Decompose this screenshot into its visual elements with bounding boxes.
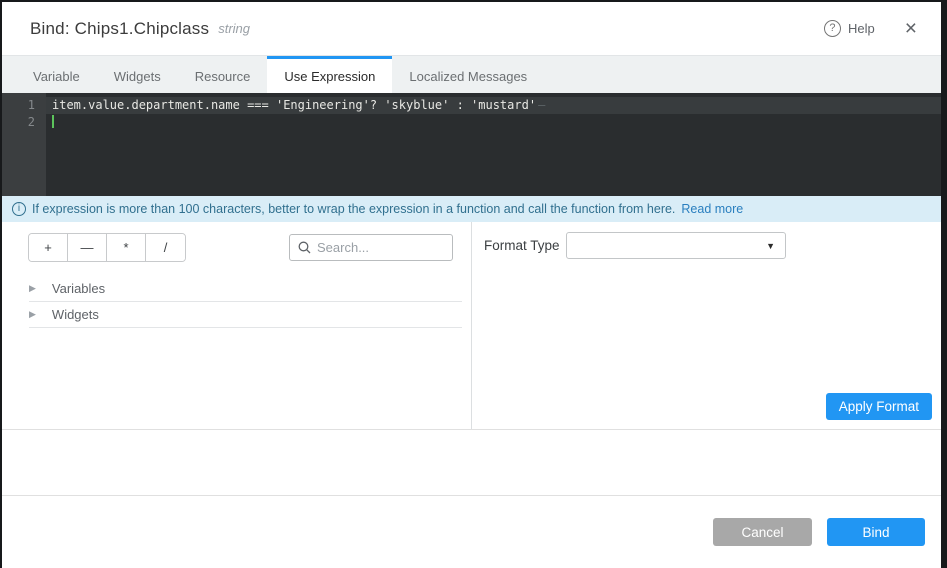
info-text: If expression is more than 100 character… bbox=[32, 202, 675, 216]
cancel-button[interactable]: Cancel bbox=[713, 518, 812, 546]
expression-sources-panel: + — * / ▶ Variables bbox=[2, 222, 472, 429]
bind-button[interactable]: Bind bbox=[827, 518, 925, 546]
content-panels: + — * / ▶ Variables bbox=[2, 222, 941, 430]
multiply-operator-button[interactable]: * bbox=[107, 234, 146, 261]
chevron-down-icon: ▼ bbox=[766, 241, 775, 251]
tree-item-label: Widgets bbox=[52, 307, 99, 322]
expression-text: item.value.department.name === 'Engineer… bbox=[52, 98, 536, 112]
search-icon bbox=[298, 241, 311, 254]
search-box[interactable] bbox=[289, 234, 453, 261]
plus-operator-button[interactable]: + bbox=[29, 234, 68, 261]
editor-code-area[interactable]: item.value.department.name === 'Engineer… bbox=[46, 93, 941, 196]
dialog-title: Bind: Chips1.Chipclass bbox=[30, 19, 209, 39]
line-number: 2 bbox=[2, 114, 35, 131]
read-more-link[interactable]: Read more bbox=[681, 202, 743, 216]
info-icon: i bbox=[12, 202, 26, 216]
format-type-select[interactable]: ▼ bbox=[566, 232, 786, 259]
close-icon[interactable]: × bbox=[901, 18, 921, 39]
tree-item-widgets[interactable]: ▶ Widgets bbox=[29, 302, 462, 328]
help-icon: ? bbox=[824, 20, 841, 37]
tab-localized-messages[interactable]: Localized Messages bbox=[392, 56, 544, 93]
sources-tree: ▶ Variables ▶ Widgets bbox=[2, 276, 471, 328]
empty-section bbox=[2, 430, 941, 496]
operators-toolbar: + — * / bbox=[2, 222, 471, 262]
text-cursor bbox=[52, 115, 54, 128]
code-line-2[interactable] bbox=[46, 114, 941, 131]
bind-dialog: Bind: Chips1.Chipclass string ? Help × V… bbox=[0, 0, 947, 568]
property-type-label: string bbox=[218, 21, 250, 36]
tab-variable[interactable]: Variable bbox=[16, 56, 97, 93]
editor-gutter: 1 2 bbox=[2, 93, 46, 196]
dialog-header: Bind: Chips1.Chipclass string ? Help × bbox=[2, 2, 941, 55]
minus-operator-button[interactable]: — bbox=[68, 234, 107, 261]
format-type-row: Format Type ▼ bbox=[484, 232, 941, 259]
code-line-1[interactable]: item.value.department.name === 'Engineer… bbox=[46, 97, 941, 114]
tab-bar: Variable Widgets Resource Use Expression… bbox=[2, 55, 941, 93]
tab-resource[interactable]: Resource bbox=[178, 56, 268, 93]
chevron-right-icon: ▶ bbox=[29, 309, 36, 320]
help-label: Help bbox=[848, 21, 875, 36]
line-number: 1 bbox=[2, 97, 35, 114]
expression-editor[interactable]: 1 2 item.value.department.name === 'Engi… bbox=[2, 93, 941, 196]
info-bar: i If expression is more than 100 charact… bbox=[2, 196, 941, 222]
help-button[interactable]: ? Help bbox=[824, 20, 875, 37]
tree-item-label: Variables bbox=[52, 281, 105, 296]
format-panel: Format Type ▼ Apply Format bbox=[472, 222, 941, 429]
tree-item-variables[interactable]: ▶ Variables bbox=[29, 276, 462, 302]
apply-format-button[interactable]: Apply Format bbox=[826, 393, 932, 420]
chevron-right-icon: ▶ bbox=[29, 283, 36, 294]
tab-use-expression[interactable]: Use Expression bbox=[267, 56, 392, 93]
trailing-whitespace-mark: – bbox=[538, 98, 545, 112]
tab-widgets[interactable]: Widgets bbox=[97, 56, 178, 93]
dialog-footer: Cancel Bind bbox=[2, 496, 941, 568]
operator-button-group: + — * / bbox=[28, 233, 186, 262]
search-input[interactable] bbox=[317, 240, 444, 255]
divide-operator-button[interactable]: / bbox=[146, 234, 185, 261]
format-type-label: Format Type bbox=[484, 238, 566, 253]
